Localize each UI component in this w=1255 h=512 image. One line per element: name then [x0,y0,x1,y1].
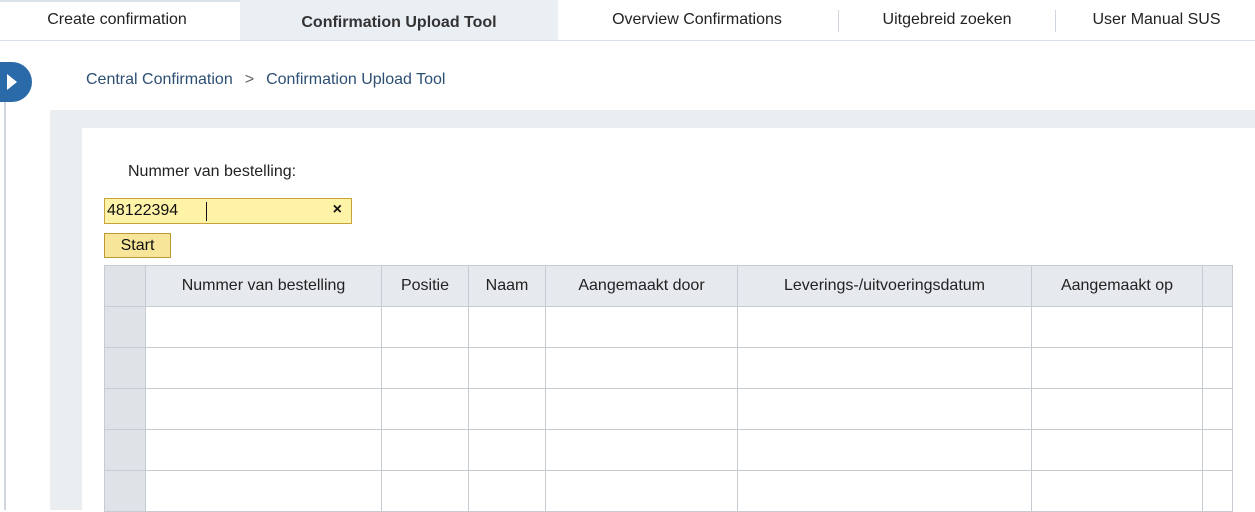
table-cell [145,429,382,471]
table-cell [381,388,469,430]
tab-uitgebreid-zoeken[interactable]: Uitgebreid zoeken [840,0,1054,40]
table-cell [145,347,382,389]
chevron-right-icon [7,74,17,90]
tab-user-manual-sus[interactable]: User Manual SUS [1058,0,1255,40]
table-row[interactable] [104,470,1233,512]
order-number-label: Nummer van bestelling: [128,163,297,180]
tab-separator [1055,10,1056,32]
table-cell [468,347,546,389]
top-tab-bar: Create confirmation Confirmation Upload … [0,0,1255,41]
results-table: Nummer van bestelling Positie Naam Aange… [104,265,1233,512]
order-number-input[interactable]: 48122394 × [104,198,352,224]
table-cell [1031,429,1203,471]
table-header-row: Nummer van bestelling Positie Naam Aange… [104,265,1233,307]
column-header-created-by[interactable]: Aangemaakt door [545,265,738,307]
tab-separator [838,10,839,32]
row-selector[interactable] [104,470,146,512]
table-cell [1031,347,1203,389]
column-header-name[interactable]: Naam [468,265,546,307]
column-header-position[interactable]: Positie [381,265,469,307]
breadcrumb-item-central-confirmation[interactable]: Central Confirmation [86,71,233,88]
column-header-created-on[interactable]: Aangemaakt op [1031,265,1203,307]
table-cell [1031,306,1203,348]
tab-create-confirmation[interactable]: Create confirmation [0,0,234,40]
table-cell [1202,429,1233,471]
table-cell [737,306,1032,348]
breadcrumb: Central Confirmation > Confirmation Upload… [86,71,445,89]
table-cell [545,347,738,389]
breadcrumb-item-current: Confirmation Upload Tool [266,71,446,88]
column-header-filler [1202,265,1233,307]
table-cell [1202,306,1233,348]
table-cell [145,470,382,512]
table-cell [468,429,546,471]
table-cell [1202,347,1233,389]
table-row[interactable] [104,347,1233,389]
row-selector[interactable] [104,388,146,430]
table-cell [145,306,382,348]
order-number-value[interactable]: 48122394 [107,202,178,220]
table-cell [381,347,469,389]
table-cell [468,470,546,512]
column-header-order-number[interactable]: Nummer van bestelling [145,265,382,307]
row-selector[interactable] [104,347,146,389]
table-cell [381,429,469,471]
row-selector[interactable] [104,429,146,471]
table-cell [1202,470,1233,512]
table-cell [468,306,546,348]
column-header-delivery-date[interactable]: Leverings-/uitvoeringsdatum [737,265,1032,307]
text-caret [206,202,207,221]
table-cell [145,388,382,430]
table-cell [1031,388,1203,430]
breadcrumb-separator: > [244,71,255,88]
start-button[interactable]: Start [104,233,171,258]
table-cell [1031,470,1203,512]
clear-input-icon[interactable]: × [333,201,342,219]
table-cell [545,388,738,430]
table-cell [468,388,546,430]
left-divider [4,102,6,510]
tab-overview-confirmations[interactable]: Overview Confirmations [562,0,832,40]
table-cell [381,306,469,348]
table-cell [737,429,1032,471]
row-selector[interactable] [104,306,146,348]
table-cell [381,470,469,512]
tab-confirmation-upload-tool[interactable]: Confirmation Upload Tool [240,0,558,40]
table-cell [545,429,738,471]
table-row[interactable] [104,306,1233,348]
table-row[interactable] [104,429,1233,471]
table-cell [737,470,1032,512]
table-cell [1202,388,1233,430]
table-row[interactable] [104,388,1233,430]
table-cell [545,306,738,348]
table-cell [545,470,738,512]
row-selector-header[interactable] [104,265,146,307]
table-cell [737,347,1032,389]
navigation-toggle-button[interactable] [0,62,32,102]
table-cell [737,388,1032,430]
